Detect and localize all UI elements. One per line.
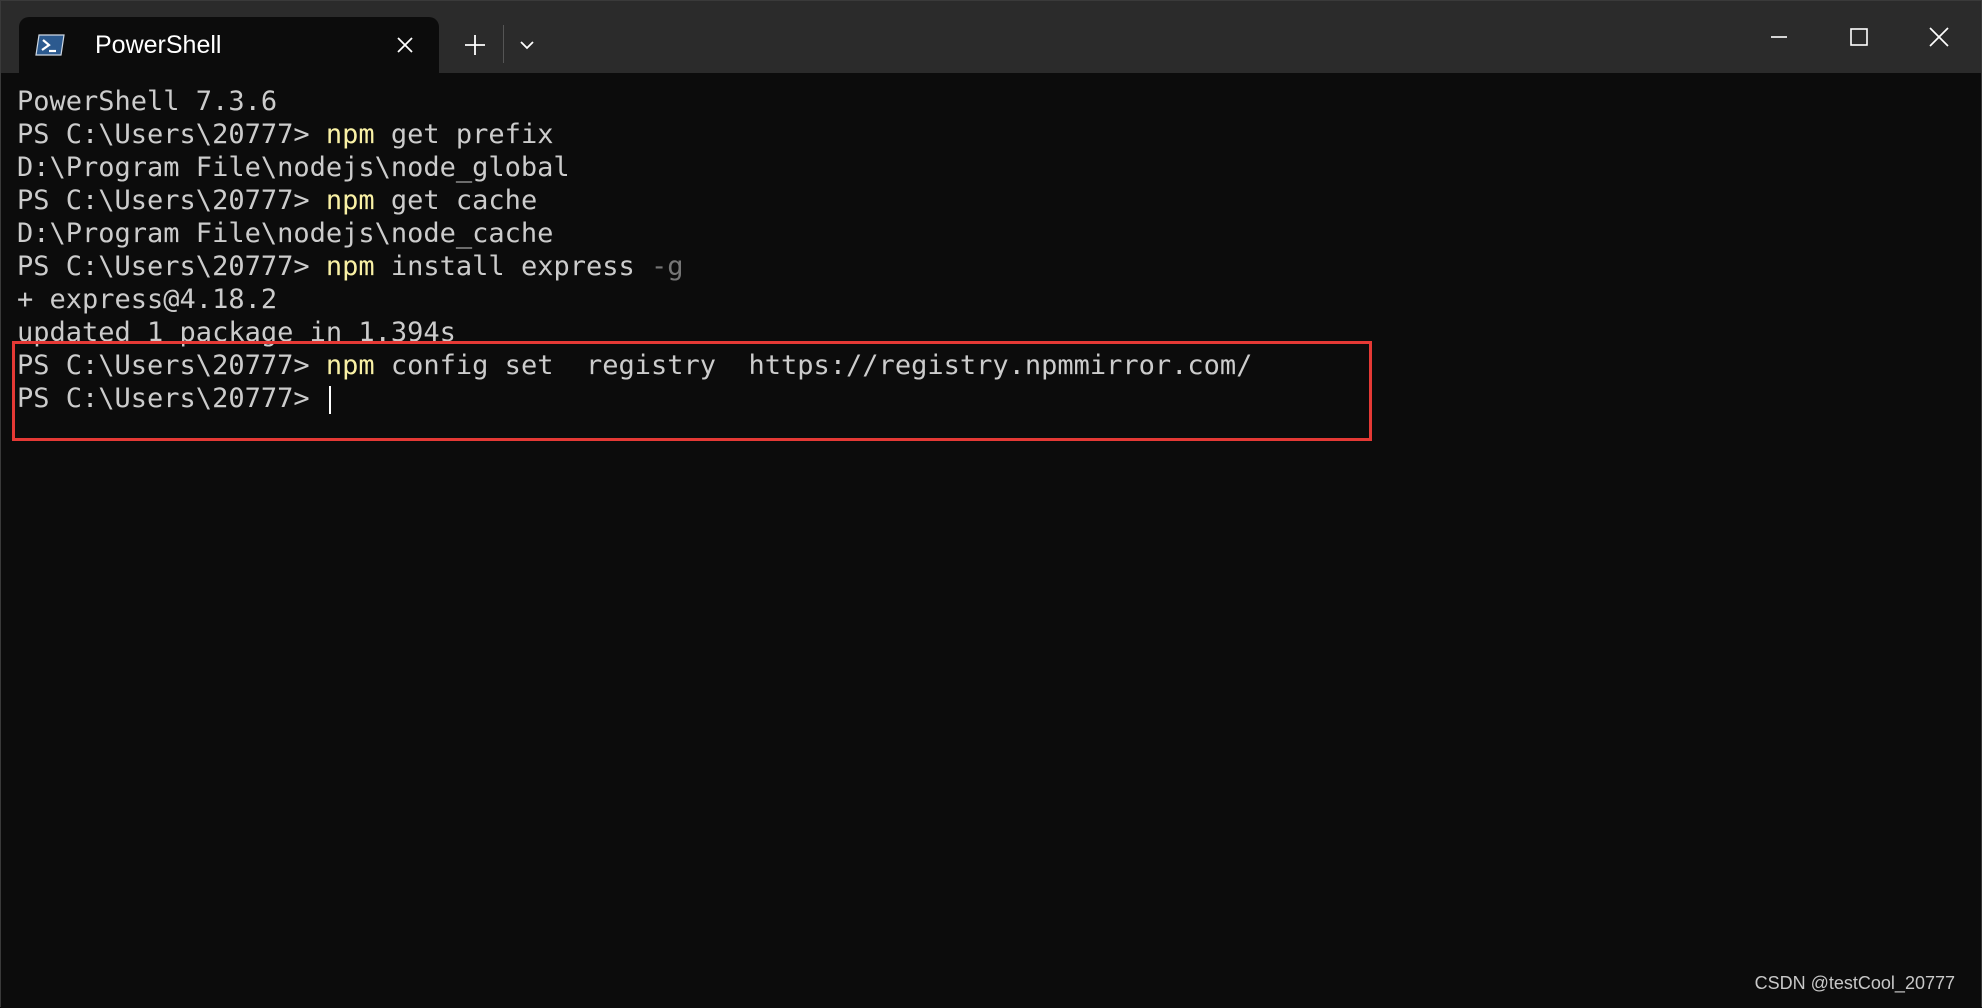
terminal-lines: PowerShell 7.3.6 PS C:\Users\20777> npm … bbox=[17, 85, 1252, 415]
terminal-window: PowerShell PowerShell 7.3.6 PS C:\Users\… bbox=[0, 0, 1982, 1008]
prompt: PS C:\Users\20777> bbox=[17, 251, 326, 282]
powershell-icon bbox=[35, 33, 65, 57]
command-output: updated 1 package in 1.394s bbox=[17, 317, 456, 348]
chevron-down-icon bbox=[520, 41, 534, 50]
title-bar: PowerShell bbox=[1, 1, 1981, 73]
terminal-line: PS C:\Users\20777> npm get prefix bbox=[17, 118, 1252, 151]
terminal-line: PS C:\Users\20777> npm config set regist… bbox=[17, 349, 1252, 382]
minimize-button[interactable] bbox=[1755, 15, 1803, 59]
tab-title: PowerShell bbox=[95, 30, 222, 59]
terminal-output[interactable]: PowerShell 7.3.6 PS C:\Users\20777> npm … bbox=[1, 73, 1981, 1008]
command-output: D:\Program File\nodejs\node_global bbox=[17, 152, 570, 183]
prompt: PS C:\Users\20777> bbox=[17, 383, 326, 414]
prompt: PS C:\Users\20777> bbox=[17, 119, 326, 150]
tab-powershell[interactable]: PowerShell bbox=[19, 17, 439, 73]
terminal-input-line[interactable]: PS C:\Users\20777> bbox=[17, 382, 1252, 415]
minimize-icon bbox=[1771, 36, 1787, 38]
close-icon bbox=[1929, 27, 1949, 47]
command-name: npm bbox=[325, 119, 375, 150]
command-args: install express bbox=[374, 251, 651, 282]
tab-separator bbox=[503, 25, 504, 63]
plus-icon bbox=[465, 35, 485, 55]
prompt: PS C:\Users\20777> bbox=[17, 185, 326, 216]
tab-dropdown-button[interactable] bbox=[511, 27, 543, 63]
command-name: npm bbox=[325, 185, 375, 216]
new-tab-button[interactable] bbox=[457, 27, 493, 63]
command-args: get prefix bbox=[374, 119, 554, 150]
terminal-line: updated 1 package in 1.394s bbox=[17, 316, 1252, 349]
command-args: config set registry https://registry.npm… bbox=[374, 350, 1253, 381]
command-name: npm bbox=[325, 251, 375, 282]
command-name: npm bbox=[325, 350, 375, 381]
terminal-header: PowerShell 7.3.6 bbox=[17, 86, 278, 117]
command-output: + express@4.18.2 bbox=[17, 284, 278, 315]
terminal-line: PS C:\Users\20777> npm install express -… bbox=[17, 250, 1252, 283]
close-icon[interactable] bbox=[391, 31, 419, 59]
command-output: D:\Program File\nodejs\node_cache bbox=[17, 218, 554, 249]
command-args: get cache bbox=[374, 185, 538, 216]
prompt: PS C:\Users\20777> bbox=[17, 350, 326, 381]
maximize-icon bbox=[1850, 28, 1868, 46]
maximize-button[interactable] bbox=[1835, 15, 1883, 59]
terminal-line: D:\Program File\nodejs\node_cache bbox=[17, 217, 1252, 250]
terminal-line: PS C:\Users\20777> npm get cache bbox=[17, 184, 1252, 217]
terminal-line: D:\Program File\nodejs\node_global bbox=[17, 151, 1252, 184]
terminal-line: + express@4.18.2 bbox=[17, 283, 1252, 316]
watermark: CSDN @testCool_20777 bbox=[1754, 973, 1955, 993]
command-flag: -g bbox=[650, 251, 684, 282]
text-cursor bbox=[328, 385, 331, 414]
close-window-button[interactable] bbox=[1915, 15, 1963, 59]
